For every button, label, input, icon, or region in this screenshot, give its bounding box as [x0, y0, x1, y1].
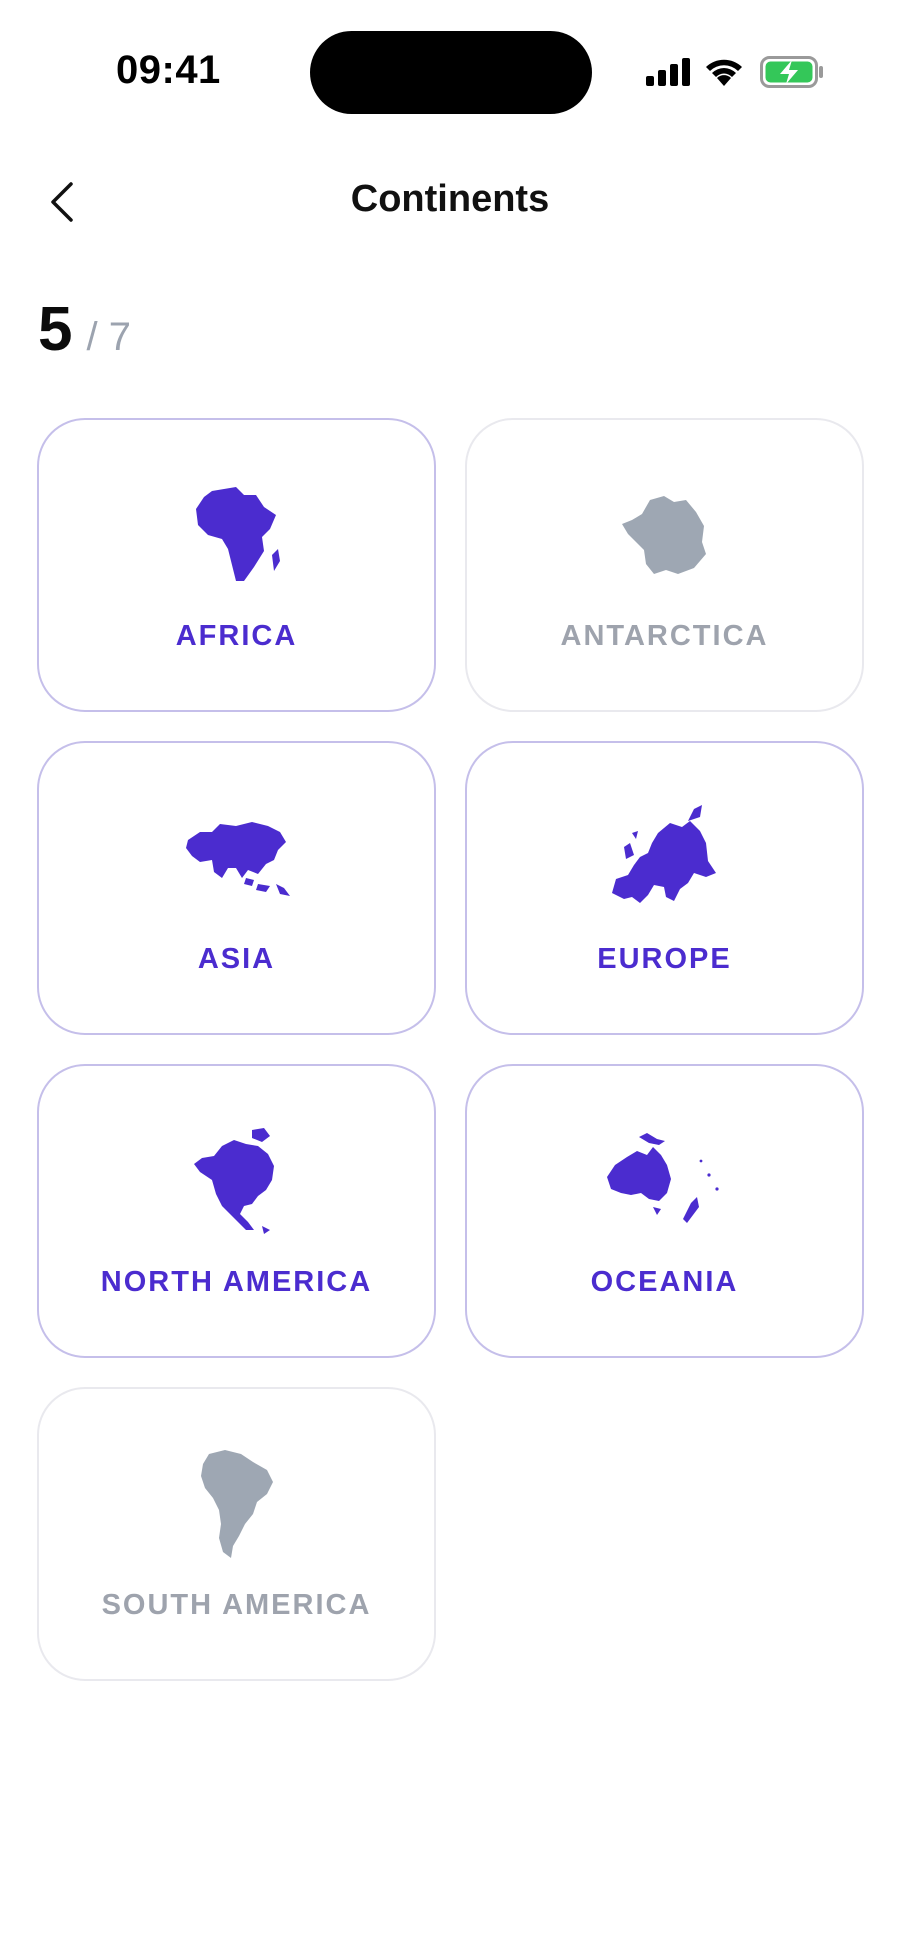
continent-card-south-america[interactable]: SOUTH AMERICA: [37, 1387, 436, 1681]
continent-label: ANTARCTICA: [560, 620, 769, 652]
continent-grid: AFRICA ANTARCTICA ASIA EUROPE NORTH AMER…: [37, 418, 864, 1681]
continent-card-oceania[interactable]: OCEANIA: [465, 1064, 864, 1358]
continent-card-europe[interactable]: EUROPE: [465, 741, 864, 1035]
continent-label: EUROPE: [597, 943, 732, 975]
continents-screen: 09:41 Continents 5 / 7 AFRICA ANTARCTICA…: [0, 0, 900, 1957]
progress-count: 5: [38, 295, 73, 364]
signal-icon: [646, 58, 690, 86]
continent-card-antarctica[interactable]: ANTARCTICA: [465, 418, 864, 712]
continent-card-africa[interactable]: AFRICA: [37, 418, 436, 712]
oceania-map-icon: [606, 1133, 719, 1223]
continent-label: SOUTH AMERICA: [101, 1589, 372, 1621]
battery-charging-icon: [760, 56, 823, 88]
continent-label: NORTH AMERICA: [100, 1266, 373, 1298]
continent-label: OCEANIA: [590, 1266, 739, 1298]
dynamic-island: [310, 31, 592, 114]
africa-map-icon: [195, 487, 280, 581]
europe-map-icon: [611, 805, 716, 903]
progress-total: / 7: [86, 315, 131, 359]
asia-map-icon: [185, 822, 290, 896]
wifi-icon: [706, 59, 742, 86]
continent-card-asia[interactable]: ASIA: [37, 741, 436, 1035]
antarctica-map-icon: [621, 496, 706, 574]
south-america-map-icon: [200, 1450, 273, 1558]
north-america-map-icon: [193, 1128, 274, 1234]
page-title: Continents: [350, 178, 550, 220]
progress-indicator: 5 / 7: [38, 294, 131, 365]
continent-label: ASIA: [197, 943, 276, 975]
status-time: 09:41: [116, 48, 221, 92]
continent-label: AFRICA: [175, 620, 298, 652]
continent-card-north-america[interactable]: NORTH AMERICA: [37, 1064, 436, 1358]
